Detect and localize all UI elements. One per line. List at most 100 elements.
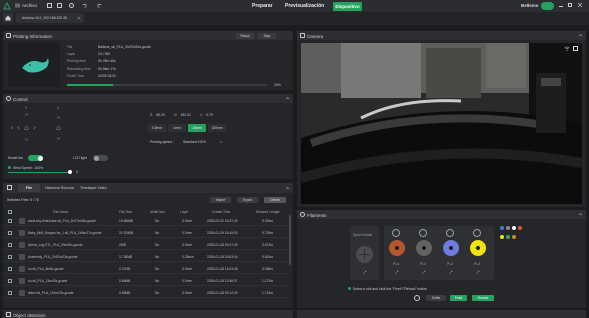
jog-z-up-icon[interactable]: [56, 115, 61, 120]
settle-button[interactable]: Settle: [426, 295, 446, 301]
jog-y-down-icon[interactable]: [24, 137, 29, 142]
delete-button[interactable]: Delete: [264, 197, 286, 203]
step-10mm-button[interactable]: 10mm: [188, 124, 206, 132]
filament-slot-1[interactable]: [389, 240, 405, 256]
spool-holder-slot[interactable]: [356, 246, 373, 263]
slot-edit-icon[interactable]: [394, 270, 399, 275]
maximize-icon[interactable]: [568, 3, 572, 7]
select-all-checkbox[interactable]: [8, 210, 12, 214]
filaments-collapse-icon[interactable]: [578, 212, 583, 217]
jog-z-home-icon[interactable]: [56, 125, 61, 130]
lcd-light-toggle[interactable]: [93, 155, 108, 161]
col-create-time[interactable]: Create Time: [212, 210, 230, 214]
close-icon[interactable]: [577, 2, 583, 8]
jog-x-left-icon[interactable]: [16, 125, 21, 130]
filament-slot-4[interactable]: [470, 240, 486, 256]
wind-speed-slider-handle[interactable]: [68, 170, 72, 174]
control-collapse-icon[interactable]: [285, 96, 290, 101]
import-button[interactable]: Import: [210, 197, 231, 203]
stop-button[interactable]: Stop: [258, 33, 276, 39]
feed-button[interactable]: Feed: [450, 295, 467, 301]
export-button[interactable]: Export: [237, 197, 258, 203]
wind-speed-slider[interactable]: [8, 172, 70, 173]
filament-slot-2[interactable]: [416, 240, 432, 256]
save-icon[interactable]: [47, 3, 52, 8]
file-menu[interactable]: Archivo: [22, 3, 37, 8]
row-checkbox[interactable]: [8, 242, 12, 247]
palette-swatch[interactable]: [518, 226, 522, 230]
col-file-name[interactable]: File Name: [53, 210, 68, 214]
step-0-5mm-button[interactable]: 0.5mm: [148, 124, 166, 132]
slot-edit-icon[interactable]: [448, 270, 453, 275]
tab-historical-records[interactable]: Historical Records: [45, 186, 74, 190]
row-checkbox[interactable]: [8, 266, 12, 271]
nav-device[interactable]: Dispositivo: [333, 1, 362, 11]
step-100mm-button[interactable]: 100mm: [208, 124, 226, 132]
slot-edit-icon[interactable]: [421, 270, 426, 275]
printing-speed-select[interactable]: Standard 100%: [183, 140, 206, 144]
tab-file[interactable]: File: [18, 184, 40, 192]
nav-preview[interactable]: Previsualización: [285, 3, 324, 9]
camera-collapse-icon[interactable]: [578, 33, 583, 38]
step-1mm-button[interactable]: 1mm: [168, 124, 186, 132]
jog-x-right-icon[interactable]: [32, 125, 37, 130]
pause-button[interactable]: Pause: [236, 33, 254, 39]
open-icon[interactable]: [57, 3, 62, 8]
tab-timelapse-video[interactable]: Timelapse Video: [80, 186, 107, 190]
camera-feed[interactable]: [301, 43, 582, 204]
palette-swatch[interactable]: [512, 226, 516, 230]
col-moment-length[interactable]: Moment Length: [256, 210, 280, 214]
slot-edit-icon[interactable]: [475, 270, 480, 275]
file-thumbnail-icon: [19, 253, 25, 260]
files-collapse-icon[interactable]: [285, 186, 290, 191]
cloud-status-icon[interactable]: [541, 2, 554, 10]
col-layer[interactable]: Layer: [180, 210, 188, 214]
axis-x-label: X: [11, 126, 14, 130]
printing-speed-chevron-icon[interactable]: [219, 140, 223, 144]
row-checkbox[interactable]: [8, 230, 12, 235]
files-scrollbar[interactable]: [289, 215, 291, 265]
model-fan-toggle[interactable]: [28, 155, 43, 161]
camera-icon: [300, 33, 305, 38]
object-detection-title: Object detection: [13, 312, 46, 318]
settings-icon[interactable]: [69, 3, 74, 8]
cell-multi: No: [155, 242, 160, 247]
row-checkbox[interactable]: [8, 218, 12, 223]
retract-button[interactable]: Retract: [472, 295, 494, 301]
bed-temp-label: B:: [150, 113, 154, 117]
cell-layer: 0.2mm: [182, 290, 193, 295]
minimize-icon[interactable]: [559, 6, 563, 7]
row-checkbox[interactable]: [8, 278, 12, 283]
slot-material-label: PLA: [420, 262, 427, 266]
camera-fullscreen-icon[interactable]: [573, 46, 578, 51]
whale-model-image: [22, 58, 49, 73]
jog-home-icon[interactable]: [24, 125, 29, 130]
jog-y-up-icon[interactable]: [24, 112, 29, 117]
palette-swatch[interactable]: [512, 235, 516, 239]
row-checkbox[interactable]: [8, 290, 12, 295]
palette-swatch[interactable]: [506, 226, 510, 230]
file-thumbnail-icon: [19, 217, 25, 224]
username[interactable]: Bellemo: [521, 3, 539, 8]
undo-icon[interactable]: [82, 3, 87, 8]
file-thumbnail-icon: [19, 241, 25, 248]
print-progress-track: [67, 84, 267, 86]
col-file-size[interactable]: File Size: [119, 210, 132, 214]
jog-z-down-icon[interactable]: [56, 136, 61, 141]
palette-swatch[interactable]: [500, 235, 504, 239]
app-logo-icon[interactable]: [3, 1, 11, 10]
tab-device[interactable]: Anduino-M-2_192.168.100.35: [16, 13, 84, 23]
palette-swatch[interactable]: [506, 235, 510, 239]
redo-icon[interactable]: [97, 3, 102, 8]
tab-close-icon[interactable]: [77, 16, 81, 20]
filament-refresh-icon[interactable]: [414, 295, 420, 301]
slot-material-label: PLA: [447, 262, 454, 266]
menu-icon[interactable]: [15, 3, 20, 8]
spool-holder-edit-icon[interactable]: [362, 270, 367, 275]
filament-slot-3[interactable]: [443, 240, 459, 256]
nav-prepare[interactable]: Preparar: [252, 3, 273, 9]
home-tab[interactable]: [3, 13, 13, 23]
palette-swatch[interactable]: [500, 226, 504, 230]
col-multicolor[interactable]: MultiColor: [150, 210, 165, 214]
row-checkbox[interactable]: [8, 254, 12, 259]
